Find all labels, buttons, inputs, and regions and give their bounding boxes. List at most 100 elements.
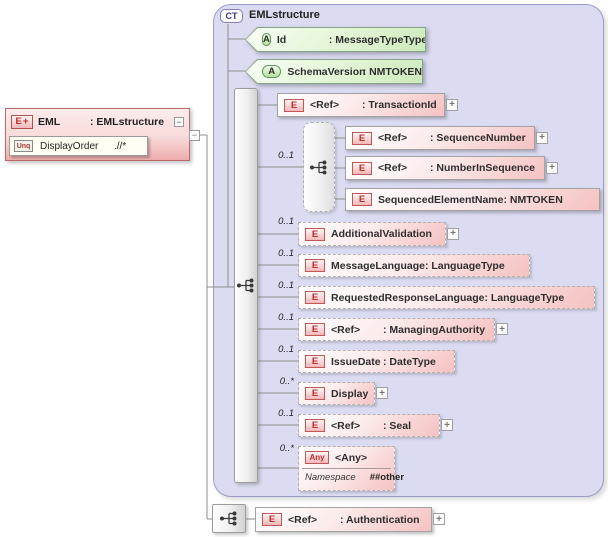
unique-constraint[interactable]: Unq DisplayOrder .//*	[9, 136, 148, 156]
element-numberinsequence[interactable]: E <Ref> : NumberInSequence +	[345, 156, 558, 180]
sequence-compositor-authentication[interactable]	[212, 504, 246, 533]
attribute-id[interactable]: A Id : MessageTypeType	[245, 27, 426, 52]
root-element-title-row: E + EML : EMLstructure −	[6, 109, 189, 135]
element-name: RequestedResponseLanguage	[331, 291, 485, 304]
element-icon: E	[305, 387, 325, 400]
element-icon: E	[305, 419, 325, 432]
element-managingauthority[interactable]: E <Ref> : ManagingAuthority +	[298, 318, 508, 341]
element-icon: E	[352, 161, 372, 175]
element-type: : LanguageType	[424, 259, 505, 272]
collapse-button[interactable]: −	[174, 117, 184, 127]
element-icon: E	[284, 98, 304, 112]
element-name: SequencedElementName	[378, 193, 504, 206]
sequence-compositor-optional[interactable]	[303, 122, 335, 212]
attribute-icon: A	[262, 33, 271, 46]
expand-button[interactable]: +	[536, 131, 548, 144]
element-icon: E	[305, 227, 325, 241]
attribute-content: A SchemaVersion : NMTOKEN	[246, 60, 422, 83]
unique-icon: Unq	[14, 140, 33, 152]
occurs-label-seal: 0..1	[278, 408, 294, 419]
occurs-label-issuedate: 0..1	[278, 344, 294, 355]
attribute-type: : NMTOKEN	[362, 65, 422, 78]
expand-button[interactable]: +	[446, 98, 458, 111]
expand-button[interactable]: +	[496, 323, 508, 335]
element-icon: E	[305, 291, 325, 304]
element-with-children-icon: E +	[11, 115, 33, 129]
occurs-label-additionalvalidation: 0..1	[278, 216, 294, 227]
element-display[interactable]: E Display +	[298, 382, 388, 405]
element-icon: E	[262, 513, 282, 526]
element-type: : Authentication	[340, 513, 420, 526]
occurs-label-any: 0..*	[279, 443, 294, 454]
element-icon: E	[305, 259, 325, 272]
sequence-icon	[237, 278, 254, 293]
occurs-label-sequence-group: 0..1	[278, 150, 294, 161]
element-any[interactable]: Any <Any> Namespace ##other	[298, 446, 404, 491]
attribute-content: A Id : MessageTypeType	[246, 28, 425, 51]
element-sequencenumber[interactable]: E <Ref> : SequenceNumber +	[345, 126, 548, 150]
element-transactionid[interactable]: E <Ref> : TransactionId +	[277, 93, 458, 117]
occurs-label-managingauthority: 0..1	[278, 312, 294, 323]
occurs-label-messagelanguage: 0..1	[278, 248, 294, 259]
attribute-name: Id	[276, 33, 287, 46]
root-element-eml[interactable]: E + EML : EMLstructure − Unq DisplayOrder…	[5, 108, 190, 161]
sequence-compositor-main[interactable]	[234, 88, 258, 483]
expand-button[interactable]: +	[441, 419, 453, 431]
element-additionalvalidation[interactable]: E AdditionalValidation +	[298, 222, 459, 246]
element-seal[interactable]: E <Ref> : Seal +	[298, 414, 453, 437]
element-issuedate[interactable]: E IssueDate : DateType	[298, 350, 455, 373]
sequence-icon	[220, 511, 237, 526]
collapse-button[interactable]: −	[189, 130, 200, 141]
element-type: : NumberInSequence	[430, 162, 536, 174]
element-name: AdditionalValidation	[331, 228, 432, 240]
element-name: <Ref>	[378, 132, 408, 144]
element-name: <Ref>	[331, 419, 361, 432]
complex-type-title: EMLstructure	[249, 9, 320, 21]
any-title-row: Any <Any>	[299, 447, 394, 468]
namespace-value: ##other	[369, 472, 405, 483]
element-type: : NMTOKEN	[503, 193, 563, 206]
element-sequencedelementname[interactable]: E SequencedElementName : NMTOKEN	[345, 188, 600, 211]
expand-button[interactable]: +	[433, 513, 445, 525]
element-messagelanguage[interactable]: E MessageLanguage : LanguageType	[298, 254, 530, 277]
element-icon: E	[352, 193, 372, 206]
unique-name: DisplayOrder	[40, 140, 99, 152]
complex-type-badge: CT	[220, 9, 243, 23]
expand-button[interactable]: +	[447, 227, 459, 240]
element-icon: E	[352, 131, 372, 145]
element-name: Display	[331, 387, 369, 400]
attribute-name: SchemaVersion	[287, 65, 366, 78]
any-icon: Any	[305, 451, 329, 464]
sequence-icon	[310, 160, 327, 174]
element-type: : ManagingAuthority	[383, 323, 486, 336]
element-requestedresponselanguage[interactable]: E RequestedResponseLanguage : LanguageTy…	[298, 286, 595, 309]
element-authentication[interactable]: E <Ref> : Authentication +	[255, 507, 445, 532]
element-icon: E	[305, 323, 325, 336]
attribute-icon: A	[262, 65, 282, 78]
xsd-diagram: CT EMLstructure E + EML : EMLstructure − …	[0, 0, 608, 537]
attribute-type: : MessageTypeType	[328, 33, 428, 46]
element-name: MessageLanguage	[331, 259, 425, 272]
unique-selector: .//*	[114, 140, 127, 152]
element-type: : DateType	[383, 355, 436, 368]
attribute-schemaversion[interactable]: A SchemaVersion : NMTOKEN	[245, 59, 423, 84]
element-type: : SequenceNumber	[430, 132, 526, 144]
element-type: : Seal	[383, 419, 412, 432]
element-name: <Ref>	[331, 323, 361, 336]
expand-button[interactable]: +	[546, 161, 558, 174]
root-element-name: EML	[38, 116, 61, 128]
any-namespace-row: Namespace ##other	[299, 469, 404, 483]
element-name: <Ref>	[310, 99, 340, 111]
occurs-label-requestedresponselanguage: 0..1	[278, 280, 294, 291]
element-name: IssueDate	[331, 355, 381, 368]
occurs-label-display: 0..*	[279, 376, 294, 387]
element-name: <Any>	[335, 451, 368, 464]
expand-button[interactable]: +	[376, 387, 388, 399]
root-element-type: : EMLstructure	[90, 116, 165, 128]
namespace-label: Namespace	[305, 472, 356, 483]
element-name: <Ref>	[378, 162, 408, 174]
element-type: : TransactionId	[362, 99, 437, 111]
element-icon: E	[305, 355, 325, 368]
element-type: : LanguageType	[484, 291, 565, 304]
element-name: <Ref>	[288, 513, 318, 526]
